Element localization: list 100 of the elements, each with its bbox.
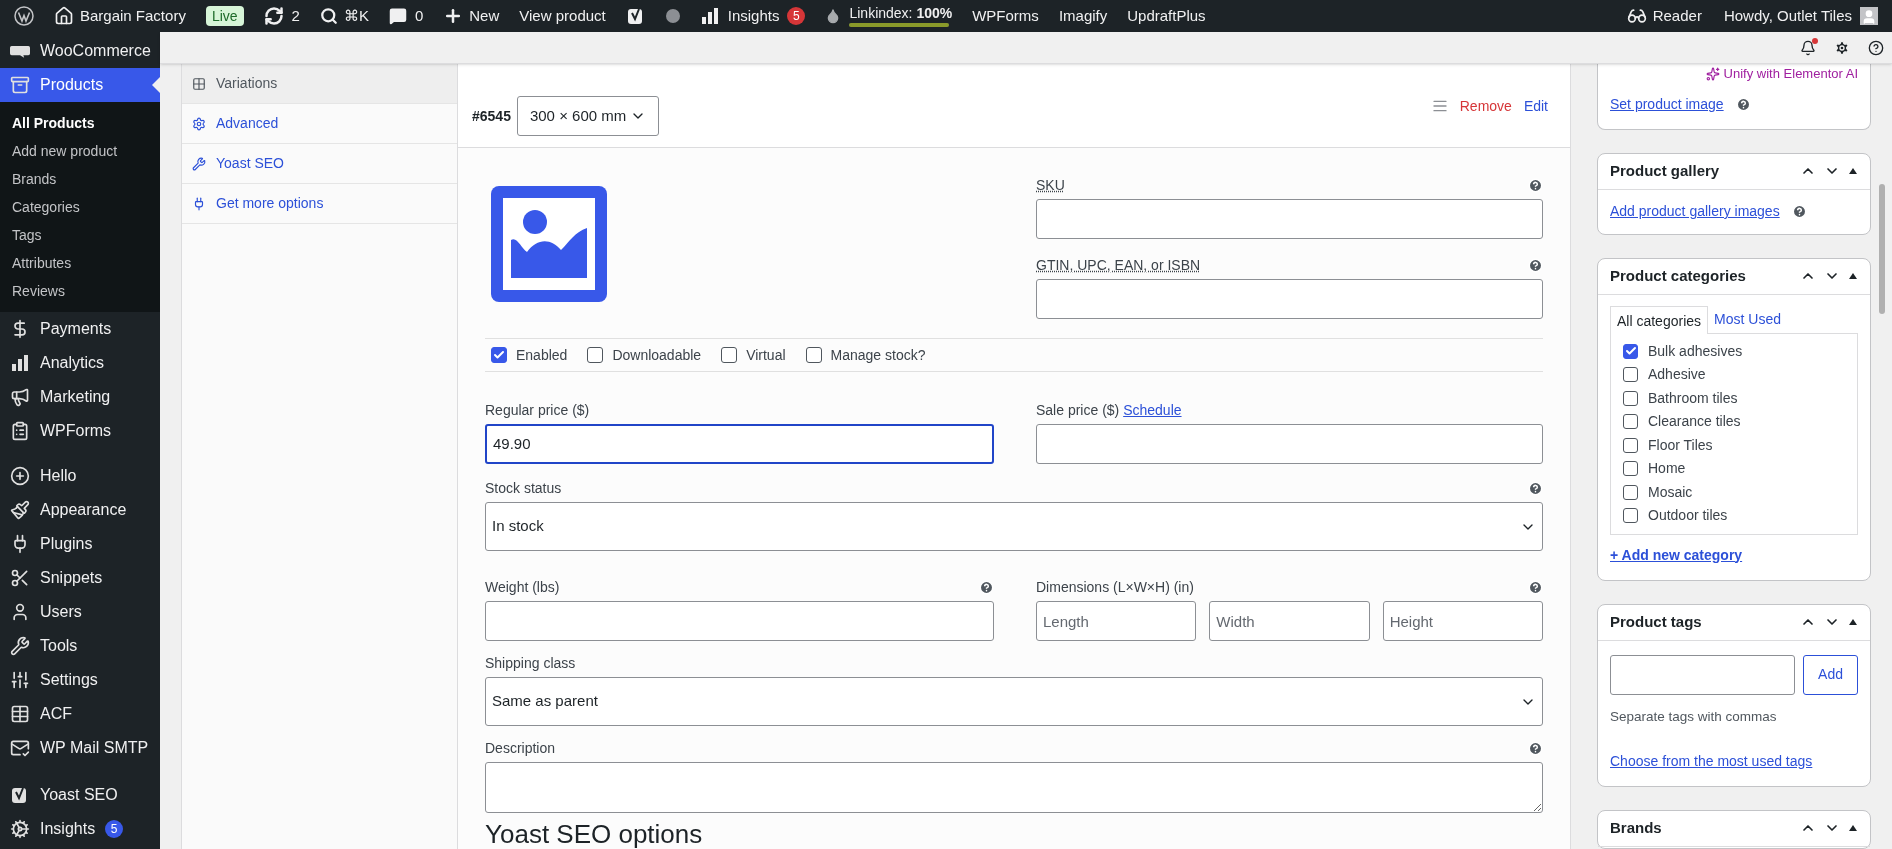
cog-icon: [10, 819, 30, 839]
updates-link[interactable]: 2: [263, 4, 300, 28]
sale-price-field[interactable]: [1036, 424, 1543, 464]
checkbox[interactable]: [1623, 461, 1638, 477]
sidebar-item[interactable]: WooCommerce: [0, 34, 160, 68]
dimension-field[interactable]: Length: [1036, 601, 1197, 641]
tag-field[interactable]: [1610, 654, 1796, 695]
check-icon: [493, 349, 505, 361]
sidebar-item[interactable]: Insights 5: [0, 812, 160, 846]
most-used-tags-link[interactable]: Choose from the most used tags: [1610, 750, 1858, 772]
checkbox[interactable]: [1623, 343, 1638, 359]
remove-link[interactable]: Remove: [1459, 95, 1512, 117]
checkbox[interactable]: [805, 347, 822, 363]
edit-link[interactable]: Edit: [1523, 95, 1548, 117]
checkbox[interactable]: [1623, 508, 1638, 524]
submenu-item[interactable]: Categories: [0, 193, 160, 221]
schedule-link[interactable]: Schedule: [1123, 401, 1182, 418]
sparkle-icon: [1705, 66, 1720, 81]
sidebar-item[interactable]: Hello: [0, 459, 160, 493]
collapse-toggle-icon[interactable]: [1848, 823, 1858, 834]
sidebar-item[interactable]: Appearance: [0, 493, 160, 527]
submenu-item[interactable]: Attributes: [0, 249, 160, 277]
command-search-link[interactable]: ⌘K: [319, 4, 369, 28]
sku-field[interactable]: [1036, 199, 1543, 239]
new-link[interactable]: New: [443, 4, 500, 28]
checkbox[interactable]: [1623, 414, 1638, 430]
comments-link[interactable]: 0: [388, 4, 424, 28]
checkbox[interactable]: [721, 347, 738, 363]
field-label: Description: [485, 738, 556, 758]
settings-icon[interactable]: [1834, 39, 1850, 56]
toolbar-link[interactable]: Imagify: [1058, 4, 1108, 28]
gallery-link[interactable]: Add product gallery images: [1610, 201, 1780, 222]
sidebar-item[interactable]: Settings: [0, 663, 160, 697]
ai-link[interactable]: Unify with Elementor AI: [1705, 64, 1858, 84]
category-tab[interactable]: All categories: [1610, 305, 1709, 334]
collapse-toggle-icon[interactable]: [1848, 617, 1858, 627]
add-button[interactable]: Add: [1803, 654, 1858, 695]
attribute-select[interactable]: 300 × 600 mm: [516, 96, 660, 136]
checkbox[interactable]: [587, 347, 604, 363]
add-category-link[interactable]: + Add new category: [1610, 544, 1858, 566]
notifications-icon[interactable]: [1800, 39, 1816, 56]
sidebar-item[interactable]: Tools: [0, 629, 160, 663]
checkbox[interactable]: [491, 347, 507, 363]
submenu-item[interactable]: Tags: [0, 221, 160, 249]
account-link[interactable]: Howdy, Outlet Tiles: [1723, 4, 1878, 28]
submenu-item[interactable]: All Products: [0, 109, 160, 137]
sidebar-item[interactable]: Plugins: [0, 527, 160, 561]
product-data-tab[interactable]: Advanced: [182, 104, 457, 144]
product-data-tab[interactable]: Yoast SEO: [182, 144, 457, 184]
sidebar-item[interactable]: Marketing: [0, 380, 160, 414]
dimension-field[interactable]: Width: [1209, 601, 1370, 641]
search-icon: [319, 7, 338, 25]
sidebar-item[interactable]: WPForms: [0, 414, 160, 448]
sidebar-item[interactable]: Analytics: [0, 346, 160, 380]
set-image-link[interactable]: Set product image: [1610, 93, 1724, 115]
image-placeholder-icon[interactable]: [491, 186, 607, 302]
reader-link[interactable]: Reader: [1626, 4, 1702, 28]
box-title: Product categories: [1610, 265, 1746, 286]
field-label: Sale price ($) Schedule: [1036, 400, 1182, 420]
checkbox[interactable]: [1623, 437, 1638, 453]
sidebar-item[interactable]: Yoast SEO: [0, 778, 160, 812]
submenu-item[interactable]: Brands: [0, 165, 160, 193]
checkbox[interactable]: [1623, 367, 1638, 383]
dimension-field[interactable]: Height: [1382, 601, 1543, 641]
product-data-tab[interactable]: Get more options: [182, 184, 457, 224]
collapse-toggle-icon[interactable]: [1848, 166, 1858, 176]
scissors-icon: [10, 568, 30, 588]
help-icon[interactable]: [1868, 39, 1884, 56]
toolbar-link[interactable]: View product: [519, 4, 606, 28]
product-data-tab[interactable]: Variations: [182, 64, 457, 104]
sidebar-item[interactable]: Snippets: [0, 561, 160, 595]
toolbar-link[interactable]: UpdraftPlus: [1127, 4, 1206, 28]
sidebar-item[interactable]: Payments: [0, 312, 160, 346]
category-label: Clearance tiles: [1648, 412, 1741, 432]
sidebar-item[interactable]: WP Mail SMTP: [0, 731, 160, 765]
submenu-item[interactable]: Add new product: [0, 137, 160, 165]
category-tab[interactable]: Most Used: [1708, 304, 1787, 333]
category-label: Adhesive: [1648, 365, 1706, 385]
notification-count: 5: [787, 7, 806, 25]
description-field[interactable]: [485, 762, 1543, 813]
checkbox[interactable]: [1623, 484, 1638, 500]
toolbar-link[interactable]: WPForms: [972, 4, 1039, 28]
sidebar-item[interactable]: ACF: [0, 697, 160, 731]
weight-field[interactable]: [485, 601, 994, 641]
glasses-icon: [1626, 6, 1647, 26]
regular-price-field[interactable]: 49.90: [485, 424, 994, 464]
collapse-toggle-icon[interactable]: [1848, 271, 1858, 281]
sidebar-item[interactable]: Users: [0, 595, 160, 629]
drag-handle-icon[interactable]: [1431, 98, 1448, 114]
insights-link[interactable]: Insights 5: [699, 4, 806, 28]
select-field[interactable]: In stock: [485, 502, 1543, 551]
submenu-item[interactable]: Reviews: [0, 277, 160, 305]
sidebar-item[interactable]: Products: [0, 68, 160, 102]
checkbox-label: Virtual: [746, 345, 786, 365]
gtin-field[interactable]: [1036, 279, 1543, 319]
select-field[interactable]: Same as parent: [485, 677, 1543, 726]
linkindex-link[interactable]: Linkindex: 100%: [825, 5, 953, 27]
scrollbar-thumb[interactable]: [1878, 184, 1885, 314]
site-name-link[interactable]: Bargain Factory: [54, 4, 186, 28]
checkbox[interactable]: [1623, 390, 1638, 406]
